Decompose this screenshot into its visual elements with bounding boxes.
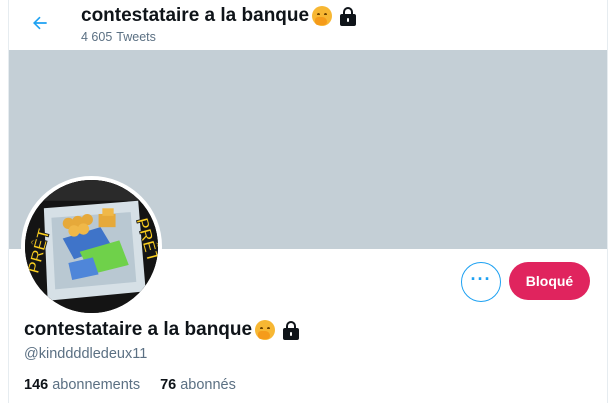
shushing-face-emoji-icon [255,320,276,340]
profile-header: contestataire a la banque 4 605 Tweets [9,0,607,50]
avatar[interactable]: PRÊT PRÊT [21,176,162,317]
header-title: contestataire a la banque [81,5,357,27]
tweet-count: 4 605 Tweets [81,30,156,44]
followers-label: abonnés [180,377,236,393]
shushing-face-emoji-icon [312,6,333,26]
more-options-label: ··· [470,269,492,289]
lock-icon [339,6,357,26]
lock-icon [282,320,300,340]
header-title-text: contestataire a la banque [81,5,310,26]
tweet-count-label: Tweets [116,30,156,44]
blocked-button[interactable]: Bloqué [509,262,590,300]
column-border-right [607,0,608,403]
back-button[interactable] [23,6,57,40]
following-link[interactable]: 146 abonnements [24,377,140,393]
arrow-left-icon [33,16,47,30]
more-options-button[interactable]: ··· [461,262,501,302]
following-count: 146 [24,377,49,393]
profile-name-text: contestataire a la banque [24,319,253,340]
following-label: abonnements [52,377,141,393]
avatar-image: PRÊT PRÊT [25,180,158,313]
profile-handle: @kinddddledeux11 [24,346,148,362]
follow-stats: 146 abonnements 76 abonnés [24,377,236,393]
followers-link[interactable]: 76 abonnés [160,377,236,393]
followers-count: 76 [160,377,177,393]
profile-name: contestataire a la banque [24,319,300,341]
tweet-count-number: 4 605 [81,30,113,44]
